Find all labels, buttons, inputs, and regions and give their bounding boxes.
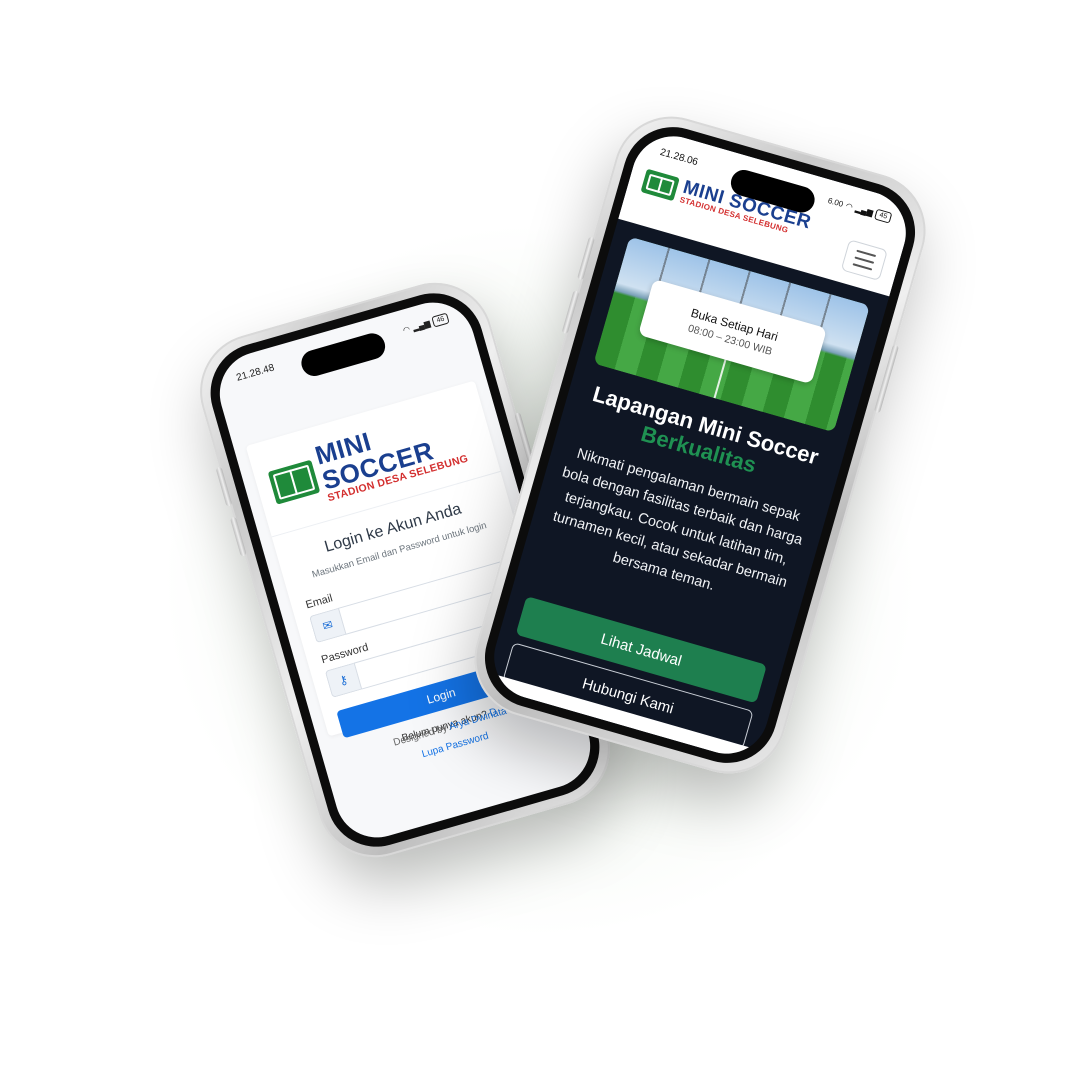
brand-logo: MINI SOCCER STADION DESA SELEBUNG (264, 400, 483, 519)
data-rate: 6.00 (826, 195, 845, 209)
soccer-field-icon (640, 168, 680, 202)
signal-icon: ▂▄▆ (854, 203, 875, 217)
hamburger-icon[interactable] (840, 239, 888, 282)
status-time: 21.28.48 (235, 361, 276, 384)
battery-icon: 45 (874, 208, 893, 224)
wifi-icon: ◠ (401, 323, 412, 335)
signal-icon: ▂▄▆ (411, 318, 432, 332)
dynamic-island (298, 330, 389, 380)
status-icons: ◠ ▂▄▆ 46 (402, 312, 450, 335)
soccer-field-icon (267, 459, 320, 505)
battery-icon: 46 (431, 312, 450, 327)
wifi-icon: ◠ (844, 200, 855, 212)
